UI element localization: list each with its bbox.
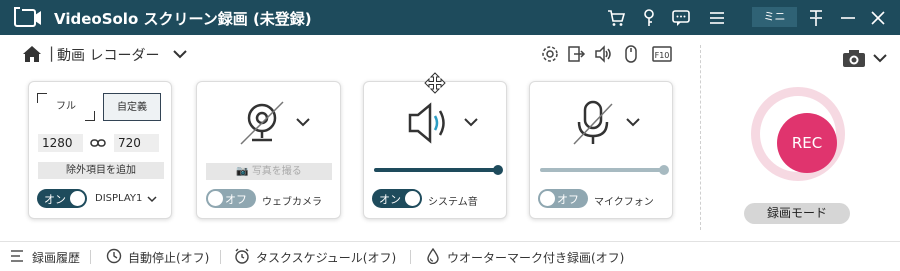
toggle-label: オフ [225,193,247,206]
app-title: VideoSolo スクリーン録画 (未登録) [54,10,312,28]
toggle-knob [540,191,555,206]
custom-area-label: 自定義 [117,102,147,113]
toggle-label: オフ [557,193,579,206]
full-screen-button[interactable]: フル [37,93,95,121]
chat-icon[interactable] [671,8,691,28]
height-field[interactable]: 720 [114,134,159,152]
minimize-icon[interactable] [838,8,858,28]
system-audio-panel: オン システム音 [363,81,507,219]
system-audio-toggle[interactable]: オン [372,189,422,208]
webcam-panel: 📷 写真を撮る オフ ウェブカメラ [196,81,341,219]
slider-thumb[interactable] [493,165,503,175]
cart-icon[interactable] [606,8,626,28]
microphone-panel: オフ マイクフォン [529,81,673,219]
speaker-icon[interactable] [593,44,613,64]
toggle-label: オン [379,193,401,206]
mode-label[interactable]: 動画 レコーダー [57,45,159,65]
rec-button[interactable]: REC [777,113,837,173]
custom-area-button[interactable]: 自定義 [103,93,161,121]
auto-stop-label: 自動停止(オフ) [128,251,210,265]
camera-icon: 📷 [236,166,249,177]
hotkey-icon[interactable]: F10 [652,44,672,64]
width-field[interactable]: 1280 [38,134,83,152]
list-icon [11,250,23,262]
toggle-knob [70,191,85,206]
take-photo-button: 📷 写真を撮る [206,163,332,180]
chevron-down-icon[interactable] [873,53,887,63]
title-bar: VideoSolo スクリーン録画 (未登録) ミニ [0,0,900,35]
separator [410,250,411,264]
mini-mode-button[interactable]: ミニ [752,7,797,27]
microphone-toggle[interactable]: オフ [538,189,588,208]
chevron-down-icon[interactable] [625,116,641,128]
rec-button-ring: REC [751,87,845,181]
mic-volume-slider[interactable] [540,165,669,175]
hotkey-label: F10 [655,51,670,60]
record-mode-button[interactable]: 録画モード [744,203,850,224]
task-schedule-label: タスクスケジュール(オフ) [256,251,397,265]
separator [90,250,91,264]
snapshot-camera-icon[interactable] [842,48,866,68]
system-audio-name: システム音 [428,197,478,208]
export-icon[interactable] [566,44,586,64]
menu-icon[interactable] [707,8,727,28]
display-panel: フル 自定義 1280 720 除外項目を追加 オン DISPLAY1 [28,81,172,219]
exclude-items-button[interactable]: 除外項目を追加 [38,162,164,179]
clock-icon [106,248,122,264]
recording-history-label: 録画履歴 [32,251,81,265]
display-name[interactable]: DISPLAY1 [95,193,142,204]
toggle-knob [208,191,223,206]
mouse-icon[interactable] [621,44,641,64]
chevron-down-icon[interactable] [173,49,187,59]
slider-thumb[interactable] [659,165,669,175]
pin-icon[interactable] [806,8,826,28]
breadcrumb-separator: | [49,44,55,62]
take-photo-label: 写真を撮る [251,166,302,177]
app-logo-icon [14,7,41,27]
key-icon[interactable] [639,8,659,28]
close-icon[interactable] [868,8,888,28]
microphone-icon [573,100,613,145]
chevron-down-icon[interactable] [147,195,157,203]
webcam-toggle[interactable]: オフ [206,189,256,208]
droplet-icon [427,248,439,264]
alarm-clock-icon [235,248,249,264]
rec-button-inner-ring: REC [760,96,837,173]
full-screen-label: フル [56,101,76,112]
home-icon[interactable] [22,45,42,63]
system-volume-slider[interactable] [374,165,503,175]
gear-icon[interactable] [540,44,560,64]
link-icon[interactable] [90,137,106,149]
move-cursor-icon [424,72,446,94]
separator [220,250,221,264]
microphone-name: マイクフォン [594,197,654,208]
webcam-icon [240,101,284,145]
toggle-knob [405,191,420,206]
system-speaker-icon [408,102,445,144]
display-toggle[interactable]: オン [37,189,87,208]
toggle-label: オン [44,193,66,206]
chevron-down-icon[interactable] [463,116,479,128]
bottom-bar: 録画履歴 自動停止(オフ) タスクスケジュール(オフ) ウオーターマーク付き録画… [0,241,900,271]
watermark-label: ウオーターマーク付き録画(オフ) [447,251,625,265]
divider [700,45,701,230]
webcam-name: ウェブカメラ [262,197,322,208]
chevron-down-icon[interactable] [295,116,311,128]
